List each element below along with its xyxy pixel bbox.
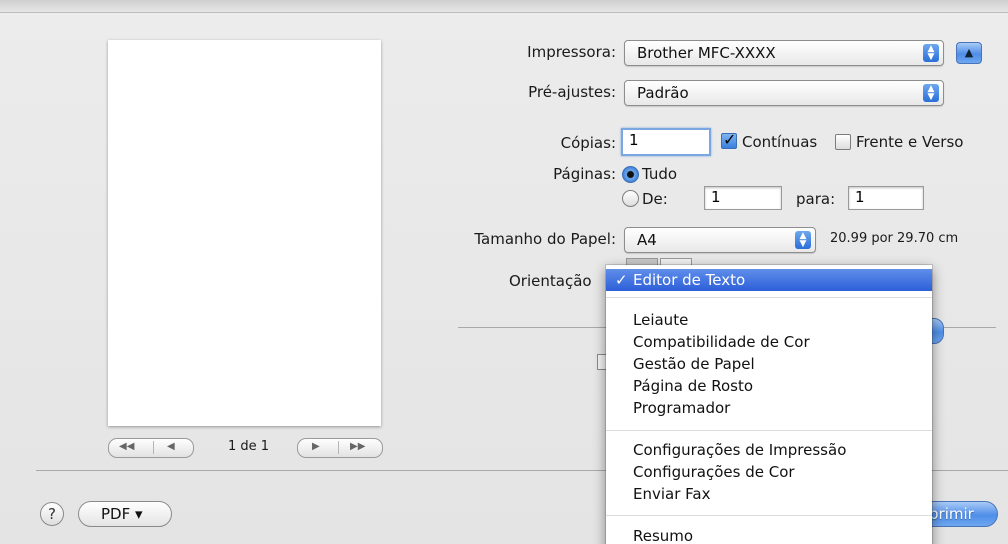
- page-indicator: 1 de 1: [228, 439, 270, 454]
- menu-item-label: Gestão de Papel: [633, 355, 755, 373]
- preview-forward-buttons[interactable]: ▶ ▶▶: [297, 438, 383, 458]
- printer-value: Brother MFC-XXXX: [637, 44, 776, 62]
- menu-item-editor-de-texto[interactable]: ✓ Editor de Texto: [606, 269, 932, 291]
- menu-item-label: Resumo: [633, 527, 694, 544]
- print-preview: [108, 40, 381, 426]
- pdf-menu-button[interactable]: PDF ▾: [78, 501, 172, 527]
- pages-from-radio[interactable]: [622, 190, 639, 207]
- pages-from-value: 1: [711, 188, 721, 206]
- duplex-label: Frente e Verso: [856, 133, 964, 151]
- menu-item-configuracoes-de-cor[interactable]: Configurações de Cor: [606, 461, 932, 483]
- printer-popup[interactable]: Brother MFC-XXXX ▲ ▼: [624, 40, 944, 66]
- paper-size-popup[interactable]: A4 ▲ ▼: [624, 227, 816, 253]
- paper-dimensions: 20.99 por 29.70 cm: [830, 231, 959, 246]
- menu-item-label: Editor de Texto: [633, 271, 746, 289]
- help-button[interactable]: ?: [40, 502, 64, 526]
- menu-item-label: Compatibilidade de Cor: [633, 333, 810, 351]
- popup-arrows-icon: ▲ ▼: [923, 44, 939, 62]
- pages-from-label: De:: [642, 190, 668, 208]
- nav-divider: [153, 441, 154, 454]
- orientation-label: Orientação: [509, 272, 592, 290]
- pdf-label: PDF ▾: [101, 505, 143, 523]
- collated-label: Contínuas: [742, 133, 818, 151]
- popup-arrows-icon: ▲ ▼: [923, 84, 939, 102]
- duplex-checkbox[interactable]: [835, 134, 851, 150]
- copies-field[interactable]: 1: [621, 128, 711, 156]
- print-label: primir: [929, 505, 974, 523]
- pages-to-label: para:: [796, 190, 836, 208]
- checkmark-icon: ✓: [615, 271, 628, 289]
- menu-item-programador[interactable]: Programador: [606, 397, 932, 419]
- menu-separator: [606, 297, 932, 298]
- menu-separator: [606, 515, 932, 516]
- preview-back-buttons[interactable]: ◀◀ ◀: [108, 438, 194, 458]
- menu-item-label: Configurações de Cor: [633, 463, 795, 481]
- presets-label: Pré-ajustes:: [528, 83, 616, 101]
- presets-value: Padrão: [637, 84, 689, 102]
- last-page-icon[interactable]: ▶▶: [350, 441, 365, 452]
- next-page-icon[interactable]: ▶: [312, 441, 320, 452]
- help-icon: ?: [48, 505, 56, 523]
- pages-to-value: 1: [855, 188, 865, 206]
- collated-checkbox[interactable]: [721, 130, 737, 149]
- popup-arrows-icon: ▲ ▼: [795, 231, 811, 249]
- print-options-menu: ✓ Editor de Texto Leiaute Compatibilidad…: [606, 265, 932, 544]
- collapse-details-button[interactable]: ▲: [956, 42, 982, 64]
- menu-item-label: Configurações de Impressão: [633, 441, 847, 459]
- copies-value: 1: [629, 131, 639, 149]
- previous-page-icon[interactable]: ◀: [167, 441, 175, 452]
- menu-item-compatibilidade-de-cor[interactable]: Compatibilidade de Cor: [606, 331, 932, 353]
- menu-item-label: Enviar Fax: [633, 485, 711, 503]
- paper-size-label: Tamanho do Papel:: [474, 230, 616, 248]
- pages-to-field[interactable]: 1: [848, 186, 924, 210]
- first-page-icon[interactable]: ◀◀: [119, 441, 134, 452]
- menu-item-resumo[interactable]: Resumo: [606, 525, 932, 544]
- printer-label: Impressora:: [527, 43, 616, 61]
- presets-popup[interactable]: Padrão ▲ ▼: [624, 80, 944, 106]
- panel-separator: [458, 327, 608, 328]
- pages-all-radio[interactable]: [622, 166, 639, 183]
- dialog-top-edge: [0, 0, 1008, 13]
- menu-separator: [606, 430, 932, 431]
- pages-from-field[interactable]: 1: [704, 186, 782, 210]
- menu-item-label: Programador: [633, 399, 731, 417]
- panel-separator: [944, 327, 996, 328]
- menu-item-label: Leiaute: [633, 311, 689, 329]
- nav-divider: [338, 441, 339, 454]
- menu-item-leiaute[interactable]: Leiaute: [606, 309, 932, 331]
- pages-all-label: Tudo: [642, 165, 678, 183]
- menu-item-configuracoes-de-impressao[interactable]: Configurações de Impressão: [606, 439, 932, 461]
- menu-item-pagina-de-rosto[interactable]: Página de Rosto: [606, 375, 932, 397]
- print-dialog: ◀◀ ◀ 1 de 1 ▶ ▶▶ Impressora: Brother MFC…: [0, 0, 1008, 544]
- paper-size-value: A4: [637, 231, 657, 249]
- menu-item-label: Página de Rosto: [633, 377, 754, 395]
- menu-item-enviar-fax[interactable]: Enviar Fax: [606, 483, 932, 505]
- pages-label: Páginas:: [553, 165, 616, 183]
- menu-item-gestao-de-papel[interactable]: Gestão de Papel: [606, 353, 932, 375]
- copies-label: Cópias:: [560, 134, 616, 152]
